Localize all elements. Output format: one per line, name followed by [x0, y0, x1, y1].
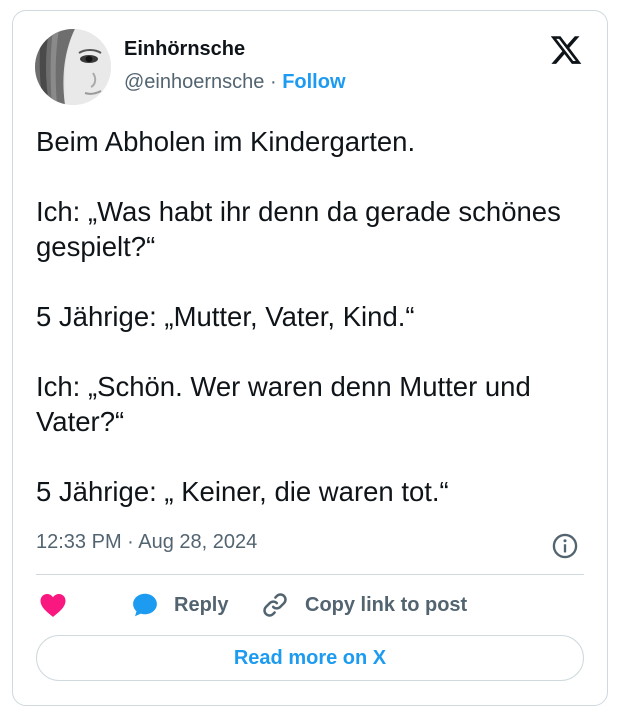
tweet-paragraph: Ich: „Was habt ihr denn da gerade schöne…: [36, 196, 569, 262]
info-icon[interactable]: [551, 532, 579, 560]
tweet-paragraph: Beim Abholen im Kindergarten.: [36, 126, 416, 157]
avatar[interactable]: [35, 29, 111, 105]
author-handle[interactable]: @einhoernsche: [124, 71, 264, 93]
tweet-timestamp[interactable]: 12:33 PM · Aug 28, 2024: [36, 531, 257, 554]
tweet-paragraph: 5 Jährige: „Mutter, Vater, Kind.“: [36, 301, 415, 332]
tweet-paragraph: 5 Jährige: „ Keiner, die waren tot.“: [36, 476, 449, 507]
tweet-paragraph: Ich: „Schön. Wer waren denn Mutter und V…: [36, 371, 539, 437]
reply-label: Reply: [174, 593, 229, 616]
tweet-text: Beim Abholen im Kindergarten. Ich: „Was …: [36, 124, 596, 509]
link-icon: [263, 593, 287, 617]
divider: [36, 574, 584, 575]
heart-icon: [40, 594, 66, 617]
separator-dot: ·: [269, 71, 277, 93]
action-bar: Reply Copy link to post: [36, 587, 596, 623]
like-button[interactable]: [38, 587, 68, 623]
read-more-button[interactable]: Read more on X: [36, 635, 584, 681]
author-display-name[interactable]: Einhörnsche: [124, 38, 245, 61]
avatar-image: [35, 29, 111, 105]
copy-link-button[interactable]: Copy link to post: [260, 587, 467, 623]
reply-button[interactable]: Reply: [130, 587, 228, 623]
copy-link-label: Copy link to post: [305, 593, 468, 616]
reply-bubble-icon: [133, 593, 157, 617]
follow-button[interactable]: Follow: [282, 71, 345, 93]
x-logo-icon[interactable]: [549, 33, 583, 67]
author-handle-row: @einhoernsche · Follow: [124, 71, 346, 94]
tweet-card: Einhörnsche @einhoernsche · Follow Beim …: [12, 10, 608, 706]
